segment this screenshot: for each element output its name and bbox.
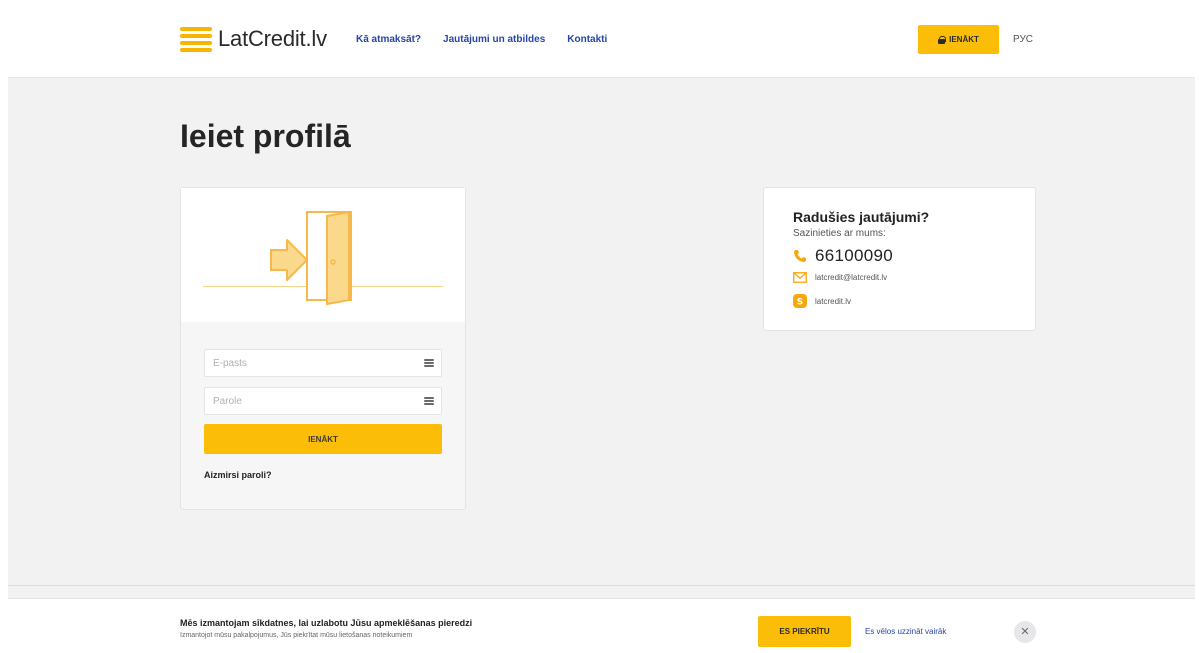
email-input[interactable] bbox=[205, 350, 441, 376]
contact-skype: latcredit.lv bbox=[815, 296, 852, 306]
header-login-button[interactable]: IENĀKT bbox=[918, 25, 999, 54]
cookie-more-link[interactable]: Es vēlos uzzināt vairāk bbox=[865, 627, 946, 636]
contact-email: latcredit@latcredit.lv bbox=[815, 273, 888, 282]
contact-card: Radušies jautājumi? Sazinieties ar mums:… bbox=[763, 187, 1036, 331]
login-submit-button[interactable]: IENĀKT bbox=[204, 424, 442, 454]
header-login-label: IENĀKT bbox=[949, 35, 979, 44]
contact-phone-row[interactable]: 66100090 bbox=[793, 246, 893, 266]
contact-phone: 66100090 bbox=[815, 246, 894, 265]
list-icon bbox=[424, 397, 434, 406]
nav-link-faq[interactable]: Jautājumi un atbildes bbox=[443, 34, 545, 45]
site-header: LatCredit.lv Kā atmaksāt? Jautājumi un a… bbox=[8, 0, 1195, 78]
cookie-text: Izmantojot mūsu pakalpojumus, Jūs piekrī… bbox=[180, 632, 413, 639]
language-switch[interactable]: РУС bbox=[1013, 34, 1033, 45]
door-arrow-icon bbox=[270, 210, 352, 305]
cookie-agree-button[interactable]: ES PIEKRĪTU bbox=[758, 616, 851, 647]
password-field[interactable] bbox=[204, 387, 442, 415]
mail-icon bbox=[793, 272, 807, 283]
nav-link-repay[interactable]: Kā atmaksāt? bbox=[356, 34, 421, 45]
contact-email-row[interactable]: latcredit@latcredit.lv bbox=[793, 272, 887, 283]
contact-title: Radušies jautājumi? bbox=[793, 209, 930, 225]
list-icon bbox=[424, 359, 434, 368]
main-nav: Kā atmaksāt? Jautājumi un atbildes Konta… bbox=[356, 34, 607, 45]
login-card: IENĀKT Aizmirsi paroli? bbox=[180, 187, 466, 510]
page: LatCredit.lv Kā atmaksāt? Jautājumi un a… bbox=[8, 0, 1195, 653]
forgot-password-link[interactable]: Aizmirsi paroli? bbox=[204, 470, 272, 480]
divider bbox=[8, 585, 1195, 586]
contact-subtitle: Sazinieties ar mums: bbox=[793, 228, 886, 239]
svg-text:S: S bbox=[797, 298, 803, 308]
password-input[interactable] bbox=[205, 388, 441, 414]
email-field[interactable] bbox=[204, 349, 442, 377]
nav-link-contacts[interactable]: Kontakti bbox=[567, 34, 607, 45]
close-icon[interactable]: ✕ bbox=[1014, 621, 1036, 643]
cookie-title: Mēs izmantojam sīkdatnes, lai uzlabotu J… bbox=[180, 618, 473, 628]
cookie-banner: Mēs izmantojam sīkdatnes, lai uzlabotu J… bbox=[8, 598, 1195, 653]
contact-skype-row[interactable]: S latcredit.lv bbox=[793, 294, 851, 308]
logo-stack-icon bbox=[180, 26, 212, 52]
page-title: Ieiet profilā bbox=[180, 118, 351, 154]
logo-text: LatCredit.lv bbox=[218, 26, 327, 51]
phone-icon bbox=[794, 250, 806, 262]
logo[interactable]: LatCredit.lv bbox=[180, 26, 327, 52]
skype-icon: S bbox=[793, 294, 807, 308]
login-illustration bbox=[181, 188, 465, 322]
lock-icon bbox=[938, 35, 947, 44]
